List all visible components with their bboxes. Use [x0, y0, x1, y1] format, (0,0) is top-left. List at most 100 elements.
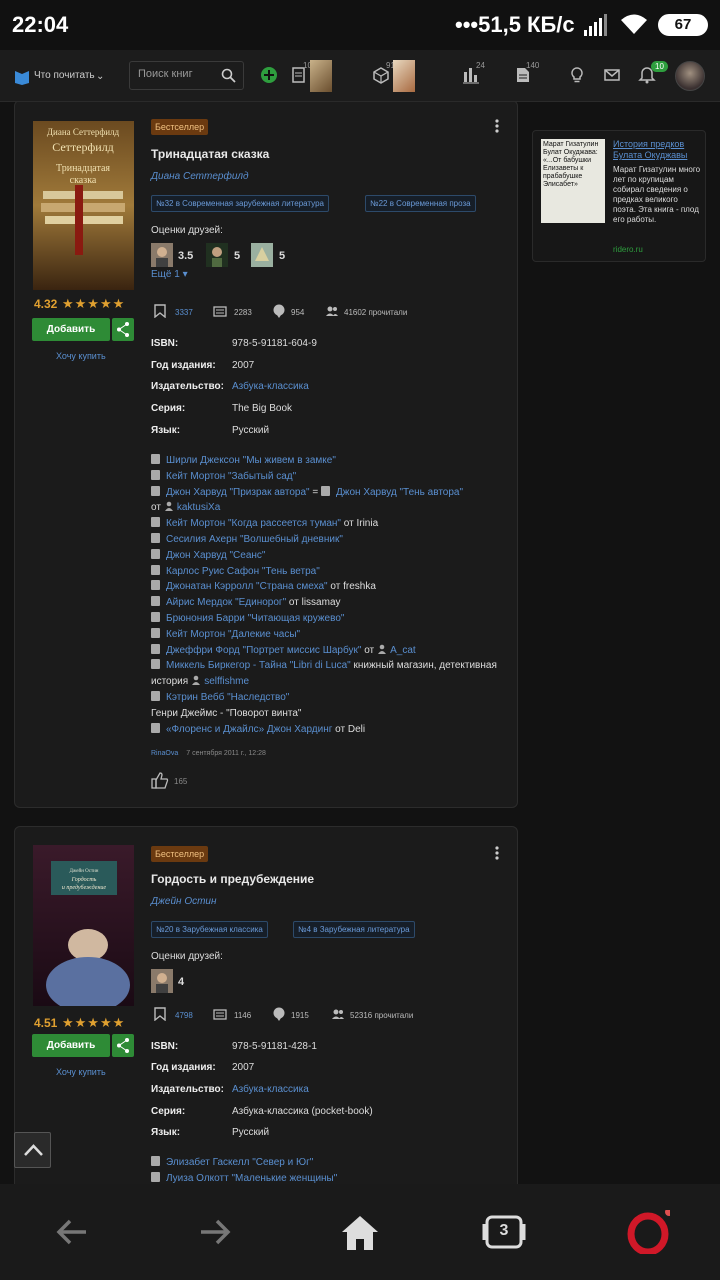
logo-icon[interactable] — [14, 69, 30, 85]
rec-link[interactable]: Элизабет Гаскелл "Север и Юг" — [166, 1157, 313, 1168]
scroll-to-top-button[interactable] — [14, 1132, 51, 1168]
opera-menu-icon[interactable] — [626, 1210, 670, 1254]
review-icon[interactable] — [272, 1007, 286, 1021]
book-icon — [151, 690, 160, 701]
book-title[interactable]: Тринадцатая сказка — [151, 147, 269, 161]
book-author[interactable]: Джейн Остин — [151, 896, 217, 907]
user-link[interactable]: A_cat — [390, 645, 416, 656]
field-label: Язык: — [151, 425, 181, 436]
friends-ratings-label: Оценки друзей: — [151, 225, 223, 236]
like-icon[interactable] — [151, 772, 169, 789]
book-icon — [151, 532, 160, 543]
user-icon — [192, 675, 201, 686]
rec-link[interactable]: Джеффри Форд "Портрет миссис Шарбук" — [166, 645, 361, 656]
rating-value: 4.32 — [34, 297, 58, 311]
book-icon — [151, 1171, 160, 1182]
share-button[interactable] — [112, 318, 134, 341]
mail-icon[interactable] — [603, 66, 621, 84]
shelf-book-thumb[interactable] — [393, 60, 415, 92]
rec-link[interactable]: Кейт Мортон "Далекие часы" — [166, 629, 300, 640]
book-icon — [321, 485, 330, 496]
add-book-icon[interactable] — [260, 66, 278, 84]
rec-link[interactable]: Джон Харвуд "Призрак автора" — [166, 487, 310, 498]
rec-link[interactable]: Карлос Руис Сафон "Тень ветра" — [166, 566, 320, 577]
rec-link[interactable]: Брюнония Барри "Читающая кружево" — [166, 613, 344, 624]
share-icon — [117, 1038, 129, 1053]
home-icon[interactable] — [338, 1210, 382, 1254]
recommendations-list: Ширли Джексон "Мы живем в замке" Кейт Мо… — [151, 453, 521, 737]
bookmark-icon[interactable] — [153, 304, 167, 318]
stats-count: 24 — [476, 61, 485, 70]
rec-link[interactable]: Айрис Мердок "Единорог" — [166, 597, 286, 608]
rank-badge[interactable]: №22 в Современная проза — [365, 195, 476, 212]
svg-text:сказка: сказка — [70, 175, 97, 186]
field-label: Серия: — [151, 403, 186, 414]
book-author[interactable]: Диана Сеттерфилд — [151, 171, 249, 182]
review-icon[interactable] — [272, 304, 286, 318]
search-icon[interactable] — [221, 68, 236, 83]
friend-avatar[interactable] — [151, 969, 173, 993]
want-to-buy-link[interactable]: Хочу купить — [56, 351, 106, 361]
avatar[interactable] — [675, 61, 705, 91]
signal-icon — [584, 14, 607, 36]
want-to-buy-link[interactable]: Хочу купить — [56, 1067, 106, 1077]
book-icon — [151, 454, 160, 464]
add-button[interactable]: Добавить — [32, 1034, 110, 1057]
ad-source[interactable]: ridero.ru — [613, 245, 643, 254]
series-value: The Big Book — [232, 403, 293, 414]
share-button[interactable] — [112, 1034, 134, 1057]
list-item: Айрис Мердок "Единорог" от lissamay — [151, 595, 521, 611]
book-cover[interactable]: Диана Сеттерфилд Сеттерфилд Тринадцатая … — [33, 121, 134, 290]
rec-link[interactable]: Луиза Олкотт "Маленькие женщины" — [166, 1173, 337, 1184]
rec-link[interactable]: Джон Харвуд "Тень автора" — [336, 487, 463, 498]
rec-link[interactable]: «Флоренс и Джайлс» Джон Хардинг — [166, 724, 332, 735]
rec-link[interactable]: Кейт Мортон "Забытый сад" — [166, 471, 296, 482]
bookmark-icon[interactable] — [153, 1007, 167, 1021]
friend-avatar[interactable] — [151, 243, 173, 267]
book-title[interactable]: Гордость и предубеждение — [151, 872, 314, 886]
quotes-count: 1146 — [234, 1011, 252, 1020]
book-icon — [151, 517, 160, 528]
rec-link[interactable]: Миккель Биркегор - Тайна "Libri di Luca" — [166, 660, 351, 671]
user-link[interactable]: selffishme — [204, 676, 249, 687]
forward-arrow-icon[interactable] — [193, 1210, 237, 1254]
list-item: Луиза Олкотт "Маленькие женщины" — [151, 1171, 521, 1184]
publisher-link[interactable]: Азбука-классика — [232, 381, 309, 392]
saves-count[interactable]: 4798 — [175, 1011, 193, 1020]
ad-image[interactable]: Марат Гизатулин Булат Окуджава: «...От б… — [541, 139, 605, 223]
browser-toolbar: 3 — [0, 1184, 720, 1280]
friend-avatar[interactable] — [206, 243, 228, 267]
tabs-button[interactable]: 3 — [482, 1210, 526, 1254]
tabs-count: 3 — [499, 1222, 509, 1239]
back-arrow-icon[interactable] — [50, 1210, 94, 1254]
rec-link[interactable]: Ширли Джексон "Мы живем в замке" — [166, 455, 336, 466]
rec-link[interactable]: Сесилия Ахерн "Волшебный дневник" — [166, 534, 343, 545]
more-friends-link[interactable]: Ещё 1 ▾ — [151, 269, 188, 280]
post-author-link[interactable]: RinaOva — [151, 750, 178, 757]
ad-link[interactable]: История предков Булата Окуджавы — [613, 139, 699, 161]
user-link[interactable]: kaktusiXa — [177, 502, 220, 513]
ad-block[interactable]: Марат Гизатулин Булат Окуджава: «...От б… — [532, 130, 706, 262]
quote-icon[interactable] — [213, 1007, 227, 1021]
more-options-icon[interactable] — [495, 846, 499, 860]
rec-link[interactable]: Кэтрин Вебб "Наследство" — [166, 692, 289, 703]
lightbulb-icon[interactable] — [568, 66, 586, 84]
more-options-icon[interactable] — [495, 119, 499, 133]
rank-badge[interactable]: №20 в Зарубежная классика — [151, 921, 268, 938]
rank-badge[interactable]: №4 в Зарубежная литература — [293, 921, 415, 938]
rec-link[interactable]: Кейт Мортон "Когда рассеется туман" — [166, 518, 341, 529]
publisher-link[interactable]: Азбука-классика — [232, 1084, 309, 1095]
quote-icon[interactable] — [213, 304, 227, 318]
series-value: Азбука-классика (pocket-book) — [232, 1106, 373, 1117]
rec-link[interactable]: Джонатан Кэрролл "Страна смеха" — [166, 581, 328, 592]
search-input[interactable] — [138, 68, 218, 80]
recent-book-thumb[interactable] — [310, 60, 332, 92]
chevron-down-icon[interactable]: ⌄ — [96, 71, 104, 82]
add-button[interactable]: Добавить — [32, 318, 110, 341]
rank-badge[interactable]: №32 в Современная зарубежная литература — [151, 195, 329, 212]
rec-link[interactable]: Джон Харвуд "Сеанс" — [166, 550, 265, 561]
saves-count[interactable]: 3337 — [175, 308, 193, 317]
what-to-read-menu[interactable]: Что почитать — [34, 70, 95, 81]
friend-avatar[interactable] — [251, 243, 273, 267]
book-cover[interactable]: Джейн Остин Гордость и предубеждение — [33, 845, 134, 1013]
